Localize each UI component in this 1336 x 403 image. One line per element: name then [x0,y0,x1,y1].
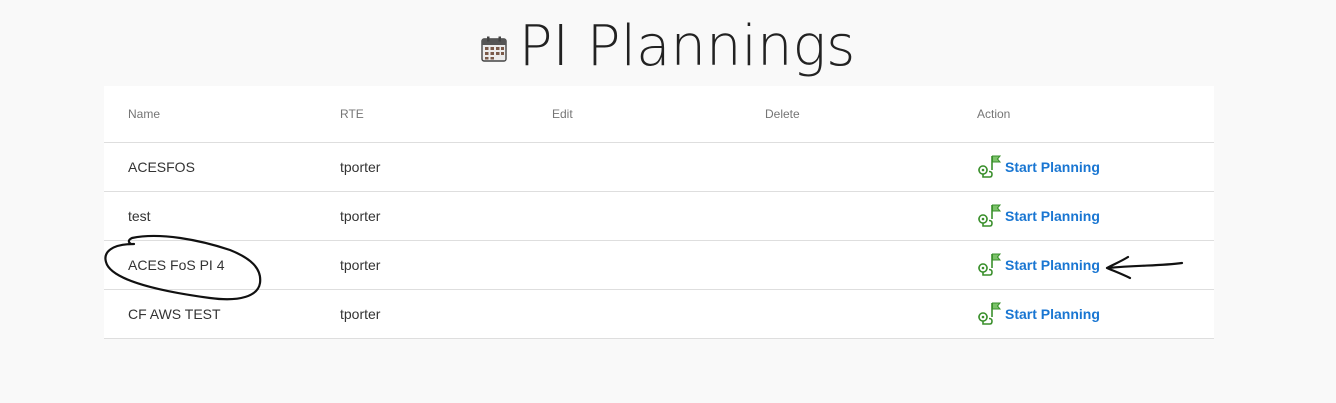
table-row: CF AWS TEST tporter Start Planning [104,290,1214,339]
row-name: ACESFOS [128,159,195,175]
pi-plannings-table: Name RTE Edit Delete Action ACESFOS tpor… [104,86,1214,339]
start-planning-button[interactable]: Start Planning [977,253,1100,278]
row-name: CF AWS TEST [128,306,221,322]
start-planning-label: Start Planning [1005,257,1100,273]
row-rte: tporter [340,159,381,175]
column-header-delete: Delete [765,107,800,121]
row-name: ACES FoS PI 4 [128,257,225,273]
table-row: test tporter Start Planning [104,192,1214,241]
row-action: Start Planning [977,192,1100,240]
column-header-name: Name [128,107,161,121]
row-action: Start Planning [977,241,1100,289]
start-planning-button[interactable]: Start Planning [977,302,1100,327]
map-flag-icon [977,153,1002,180]
start-planning-label: Start Planning [1005,208,1100,224]
column-header-rte: RTE [340,107,364,121]
map-flag-icon [977,300,1002,327]
table-row: ACES FoS PI 4 tporter Start Planning [104,241,1214,290]
calendar-icon [481,36,507,62]
row-name: test [128,208,151,224]
start-planning-label: Start Planning [1005,159,1100,175]
table-header-row: Name RTE Edit Delete Action [104,86,1214,143]
start-planning-label: Start Planning [1005,306,1100,322]
column-header-edit: Edit [552,107,573,121]
row-rte: tporter [340,208,381,224]
row-rte: tporter [340,257,381,273]
page-header: PI Plannings [0,12,1336,82]
map-flag-icon [977,202,1002,229]
column-header-action: Action [977,107,1011,121]
row-rte: tporter [340,306,381,322]
row-action: Start Planning [977,290,1100,338]
start-planning-button[interactable]: Start Planning [977,155,1100,180]
page-title: PI Plannings [518,14,856,79]
map-flag-icon [977,251,1002,278]
table-row: ACESFOS tporter Start Planning [104,143,1214,192]
start-planning-button[interactable]: Start Planning [977,204,1100,229]
row-action: Start Planning [977,143,1100,191]
